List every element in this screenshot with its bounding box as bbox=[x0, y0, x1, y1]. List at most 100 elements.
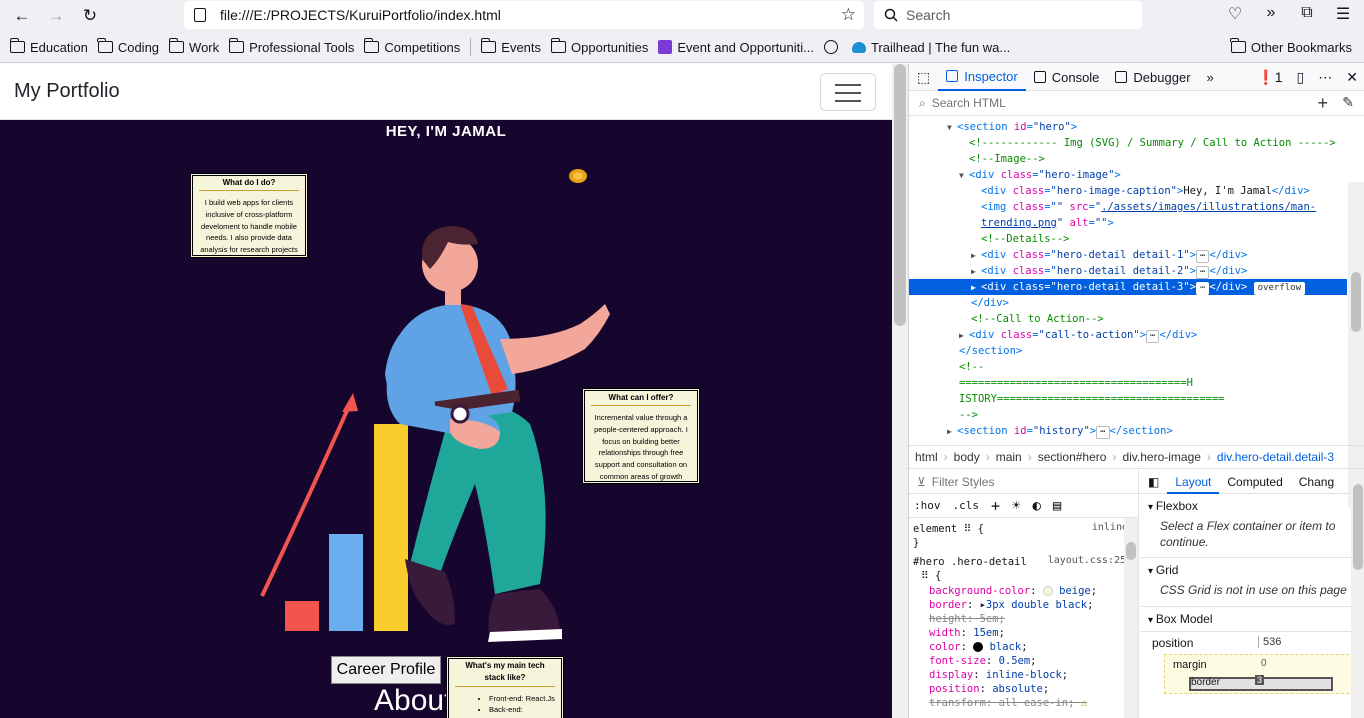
tab-changes[interactable]: Chang bbox=[1291, 470, 1342, 494]
bookmark-professional-tools[interactable]: Professional Tools bbox=[228, 38, 354, 55]
declaration[interactable]: color: black; bbox=[929, 640, 1028, 654]
declaration[interactable]: border: ▸3px double black; bbox=[929, 598, 1093, 612]
search-bar[interactable]: Search bbox=[874, 1, 1142, 29]
markup-line[interactable]: <!--Image--> bbox=[969, 151, 1364, 167]
markup-line[interactable]: ====================================H bbox=[959, 375, 1364, 391]
markup-line[interactable]: ▼ <div class="hero-image"> bbox=[959, 167, 1364, 183]
markup-line[interactable]: ▶ <div class="hero-detail detail-2"> ⋯ </di… bbox=[971, 263, 1364, 279]
element-picker-button[interactable]: ⬚ bbox=[909, 64, 938, 91]
career-profile-button[interactable]: Career Profile bbox=[331, 656, 441, 684]
declaration-overridden[interactable]: height: 5em; bbox=[929, 612, 1005, 626]
forward-arrow-icon[interactable]: → bbox=[44, 4, 68, 28]
menu-icon[interactable]: ☰ bbox=[1332, 4, 1354, 24]
site-brand[interactable]: My Portfolio bbox=[14, 80, 120, 103]
breadcrumb-item[interactable]: html bbox=[909, 450, 944, 464]
light-mode-icon[interactable]: ☀ bbox=[1012, 498, 1020, 514]
declaration[interactable]: background-color: beige; bbox=[929, 584, 1097, 598]
declaration-invalid[interactable]: transform: all ease-in; ⚠ bbox=[929, 696, 1087, 710]
classes-button[interactable]: .cls bbox=[953, 499, 980, 512]
markup-line[interactable]: <div class="hero-image-caption">Hey, I'm… bbox=[981, 183, 1364, 199]
markup-line[interactable]: <!------------ Img (SVG) / Summary / Cal… bbox=[969, 135, 1364, 151]
error-count[interactable]: ❗1 bbox=[1257, 69, 1282, 86]
print-media-icon[interactable]: ▤ bbox=[1053, 498, 1061, 514]
border-value[interactable]: 3 bbox=[1255, 674, 1265, 685]
tab-inspector[interactable]: Inspector bbox=[938, 64, 1026, 91]
tab-debugger[interactable]: Debugger bbox=[1107, 64, 1198, 91]
scrollbar-thumb[interactable] bbox=[894, 64, 906, 326]
responsive-design-icon[interactable]: ▯ bbox=[1297, 69, 1305, 86]
add-rule-icon[interactable]: + bbox=[991, 497, 1000, 515]
url-text[interactable]: file:///E:/PROJECTS/KuruiPortfolio/index… bbox=[220, 7, 501, 23]
markup-line[interactable]: <!-- bbox=[959, 439, 1364, 442]
scrollbar-thumb[interactable] bbox=[1126, 542, 1136, 560]
markup-line[interactable]: <!-- bbox=[959, 359, 1364, 375]
bookmark-event-and-opportunities[interactable]: Event and Opportuniti... bbox=[658, 40, 814, 55]
markup-line[interactable]: ▼ <section id="hero"> bbox=[947, 119, 1364, 135]
breadcrumb-item[interactable]: section#hero bbox=[1032, 450, 1113, 464]
eyedropper-icon[interactable]: ✎ bbox=[1342, 94, 1354, 111]
markup-line[interactable]: <!--Details--> bbox=[981, 231, 1364, 247]
breadcrumb-item[interactable]: main bbox=[990, 450, 1028, 464]
bookmark-trailhead[interactable]: Trailhead | The fun wa... bbox=[851, 40, 1010, 55]
bookmark-globe[interactable] bbox=[823, 40, 842, 54]
bookmark-education[interactable]: Education bbox=[9, 38, 88, 55]
rule-source-link[interactable]: layout.css:25 bbox=[1048, 555, 1126, 566]
scrollbar-thumb[interactable] bbox=[1353, 484, 1363, 570]
pocket-icon[interactable]: ♡ bbox=[1224, 4, 1246, 24]
back-arrow-icon[interactable]: ← bbox=[10, 4, 34, 28]
markup-line[interactable]: trending.png" alt=""> bbox=[981, 215, 1364, 231]
section-header[interactable]: Grid bbox=[1148, 563, 1357, 577]
tab-computed[interactable]: Computed bbox=[1219, 470, 1290, 494]
url-bar[interactable]: file:///E:/PROJECTS/KuruiPortfolio/index… bbox=[184, 1, 864, 29]
declaration[interactable]: display: inline-block; bbox=[929, 668, 1068, 682]
position-value[interactable]: 536 bbox=[1258, 635, 1281, 648]
markup-line[interactable]: </div> bbox=[971, 295, 1364, 311]
extensions-icon[interactable]: ⧉ bbox=[1296, 4, 1318, 24]
declaration[interactable]: width: 15em; bbox=[929, 626, 1005, 640]
search-html-input[interactable]: ⌕ Search HTML + ✎ bbox=[909, 91, 1364, 116]
bookmark-coding[interactable]: Coding bbox=[97, 38, 159, 55]
bookmark-other[interactable]: Other Bookmarks bbox=[1230, 38, 1352, 55]
scrollbar-thumb[interactable] bbox=[1351, 272, 1361, 332]
layout-scrollbar[interactable] bbox=[1351, 470, 1364, 718]
overflow-chevron-icon[interactable]: » bbox=[1260, 4, 1282, 24]
bookmark-competitions[interactable]: Competitions bbox=[363, 38, 460, 55]
markup-line-selected[interactable]: ▶ <div class="hero-detail detail-3"> ⋯ </di… bbox=[909, 279, 1347, 295]
element-rule[interactable]: element ⠿ { bbox=[913, 522, 984, 536]
more-tabs-chevron-icon[interactable]: » bbox=[1199, 64, 1222, 91]
markup-line[interactable]: --> bbox=[959, 407, 1364, 423]
markup-line[interactable]: ISTORY==================================… bbox=[959, 391, 1364, 407]
markup-line[interactable]: ▶ <div class="hero-detail detail-1"> ⋯ </di… bbox=[971, 247, 1364, 263]
breadcrumb-item-current[interactable]: div.hero-detail.detail-3 bbox=[1211, 450, 1340, 464]
tab-layout[interactable]: Layout bbox=[1167, 470, 1220, 494]
more-options-icon[interactable]: ⋯ bbox=[1318, 69, 1332, 86]
rule-selector[interactable]: #hero .hero-detail bbox=[913, 555, 1027, 569]
markup-line[interactable]: ▶ <div class="call-to-action"> ⋯ </div> bbox=[959, 327, 1364, 343]
markup-line[interactable]: <img class="" src="./assets/images/illus… bbox=[981, 199, 1364, 215]
bookmark-work[interactable]: Work bbox=[168, 38, 219, 55]
declaration[interactable]: font-size: 0.5em; bbox=[929, 654, 1037, 668]
declaration[interactable]: position: absolute; bbox=[929, 682, 1049, 696]
markup-line[interactable]: </section> bbox=[959, 343, 1364, 359]
bookmark-star-icon[interactable]: ☆ bbox=[841, 5, 856, 25]
breadcrumb-item[interactable]: body bbox=[948, 450, 986, 464]
navbar-toggler-button[interactable] bbox=[820, 73, 876, 111]
page-scrollbar[interactable] bbox=[892, 64, 908, 718]
rules-scrollbar[interactable] bbox=[1124, 518, 1138, 718]
tab-console[interactable]: Console bbox=[1026, 64, 1108, 91]
section-header[interactable]: Flexbox bbox=[1148, 499, 1357, 513]
hover-pseudo-button[interactable]: :hov bbox=[914, 499, 941, 512]
add-node-icon[interactable]: + bbox=[1317, 93, 1328, 114]
close-icon[interactable]: ✕ bbox=[1346, 69, 1358, 86]
filter-styles-input[interactable]: ⊻ Filter Styles bbox=[909, 470, 1138, 494]
bookmark-opportunities[interactable]: Opportunities bbox=[550, 38, 648, 55]
section-header[interactable]: Box Model bbox=[1148, 612, 1357, 626]
margin-value[interactable]: 0 bbox=[1261, 658, 1267, 669]
markup-line[interactable]: ▶ <section id="history"> ⋯ </section> bbox=[947, 423, 1364, 439]
sidebar-toggle-icon[interactable]: ◧ bbox=[1140, 470, 1167, 494]
bookmark-events[interactable]: Events bbox=[480, 38, 541, 55]
breadcrumb-item[interactable]: div.hero-image bbox=[1116, 450, 1206, 464]
reload-icon[interactable]: ↻ bbox=[78, 4, 102, 28]
markup-line[interactable]: <!--Call to Action--> bbox=[971, 311, 1364, 327]
dark-mode-icon[interactable]: ◐ bbox=[1032, 498, 1040, 514]
